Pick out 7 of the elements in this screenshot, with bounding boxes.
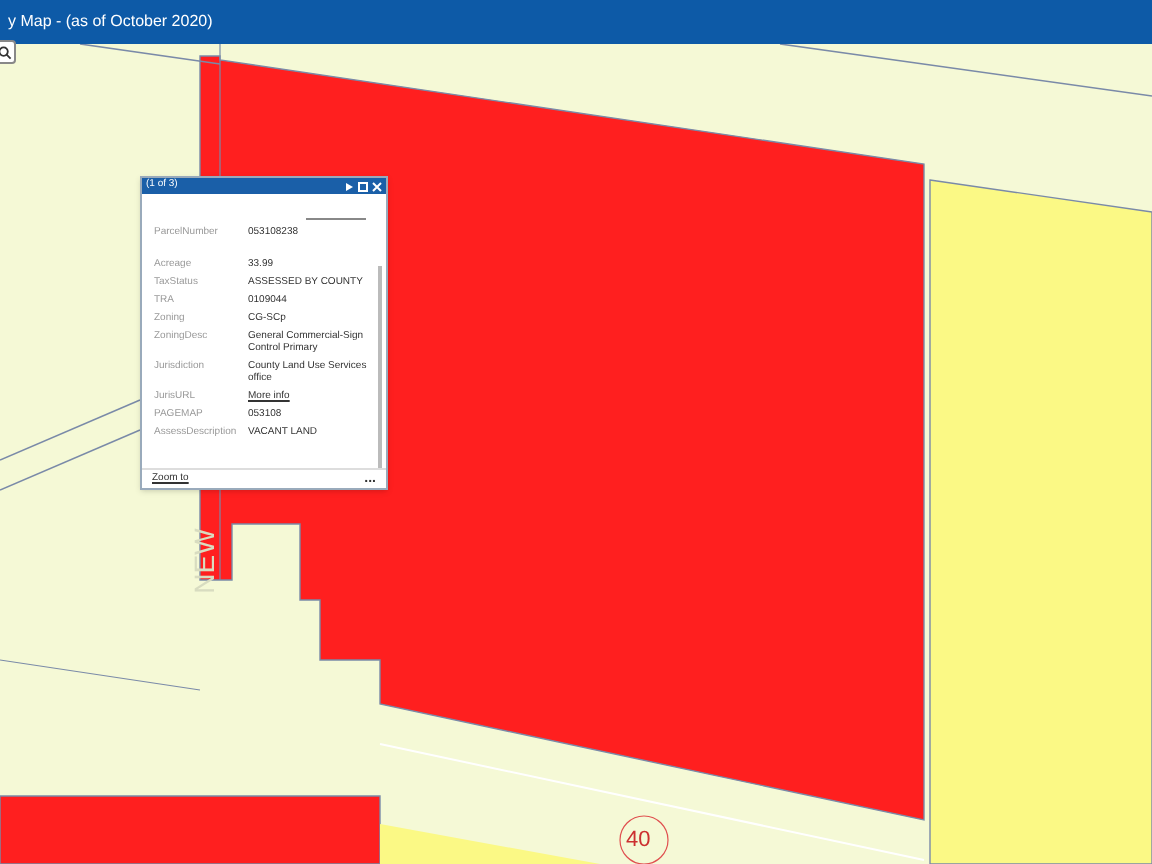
route-label: 40	[626, 826, 651, 856]
next-icon[interactable]	[344, 181, 354, 191]
close-icon[interactable]	[372, 181, 382, 191]
maximize-icon[interactable]	[358, 181, 368, 191]
window-title: y Map - (as of October 2020)	[8, 10, 213, 34]
scrollbar[interactable]	[378, 266, 382, 468]
search-icon	[0, 45, 11, 59]
